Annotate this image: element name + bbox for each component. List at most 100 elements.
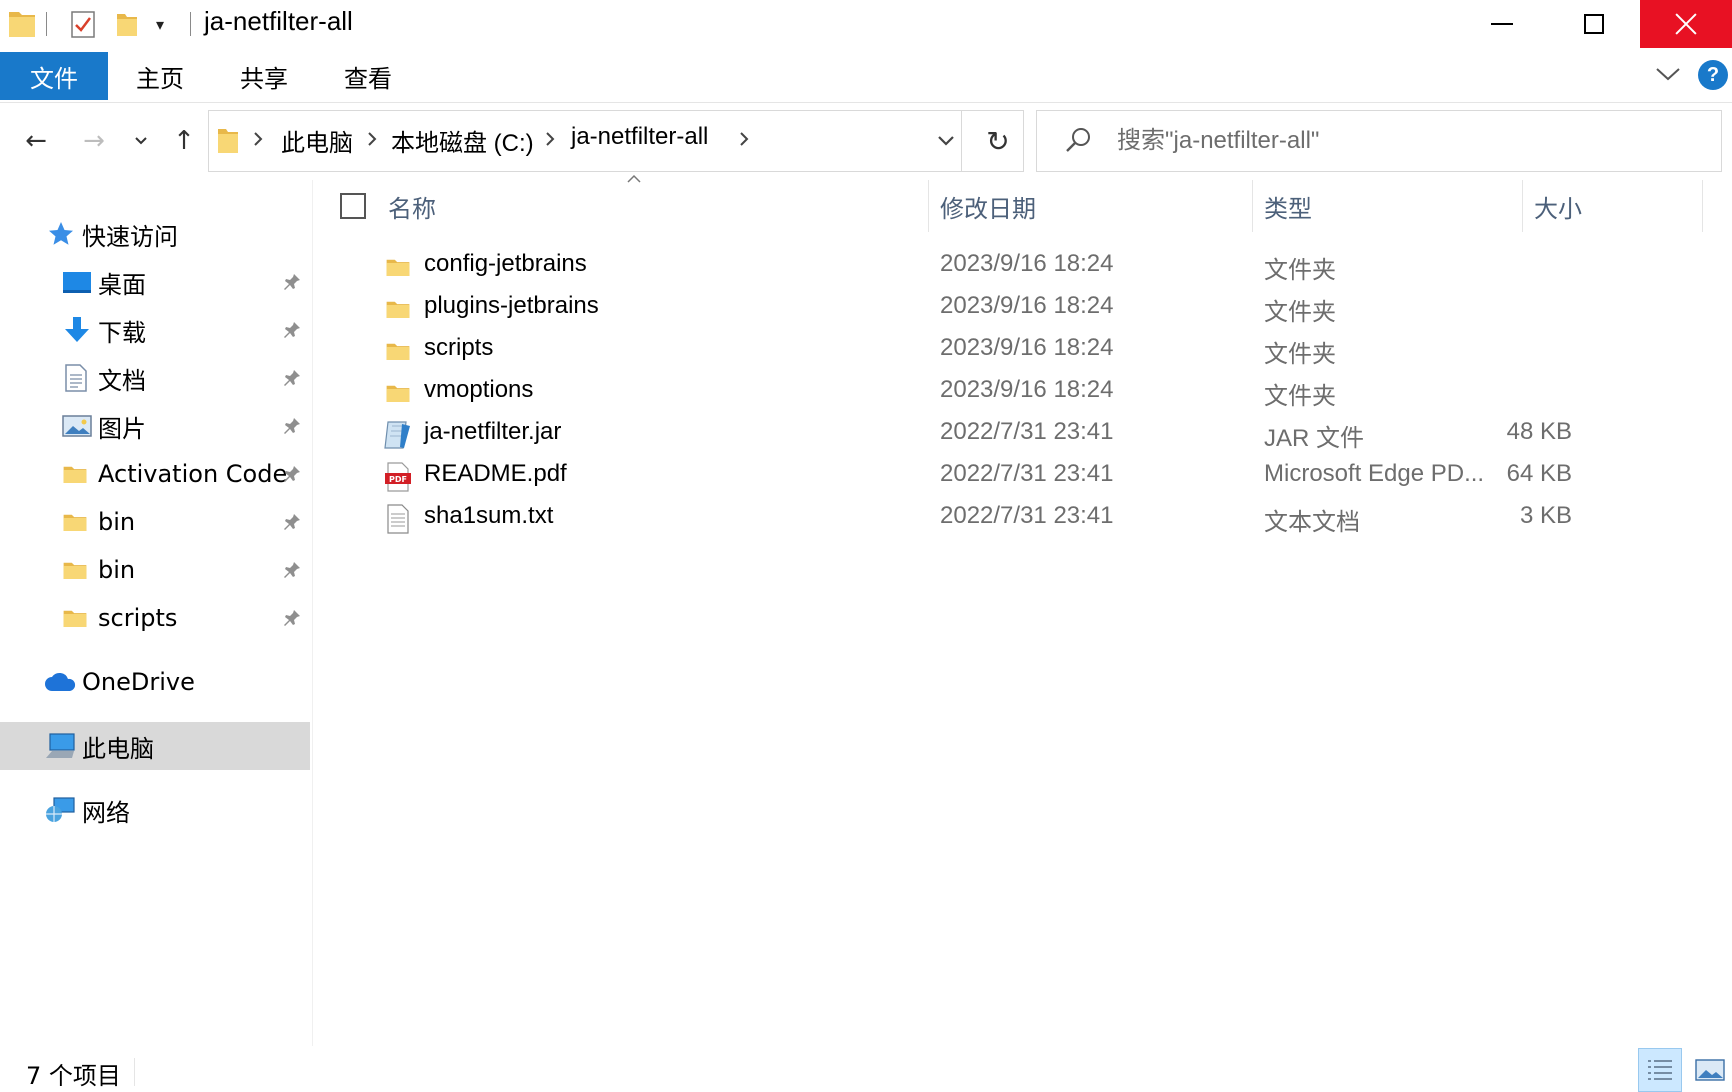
qat-separator (190, 12, 191, 36)
chevron-right-icon[interactable] (545, 131, 555, 147)
column-divider[interactable] (1522, 180, 1523, 232)
refresh-button[interactable]: ↻ (971, 111, 1025, 171)
pin-icon (282, 608, 302, 628)
forward-button[interactable]: → (78, 124, 110, 158)
tab-file[interactable]: 文件 (0, 52, 108, 100)
pin-icon (282, 368, 302, 388)
star-icon (48, 221, 74, 247)
file-row[interactable]: config-jetbrains 2023/9/16 18:24 文件夹 (372, 246, 1692, 288)
pane-divider[interactable] (312, 180, 313, 1046)
up-button[interactable]: ↑ (168, 124, 200, 158)
desktop-icon (62, 270, 92, 294)
maximize-icon (1584, 14, 1604, 34)
title-bar: ▾ ja-netfilter-all (0, 0, 1732, 48)
file-row[interactable]: plugins-jetbrains 2023/9/16 18:24 文件夹 (372, 288, 1692, 330)
new-folder-icon[interactable] (116, 8, 138, 40)
file-row[interactable]: vmoptions 2023/9/16 18:24 文件夹 (372, 372, 1692, 414)
sidebar-item-activation-code[interactable]: Activation Code (0, 450, 310, 498)
help-button[interactable]: ? (1698, 60, 1728, 90)
folder-icon (217, 125, 239, 159)
sidebar-item-bin-2[interactable]: bin (0, 546, 310, 594)
qat-dropdown-icon[interactable]: ▾ (156, 8, 164, 40)
sidebar-item-downloads[interactable]: 下载 (0, 306, 310, 354)
sidebar-item-label: 图片 (98, 414, 146, 443)
file-date: 2022/7/31 23:41 (940, 418, 1114, 445)
breadcrumb-local-disk[interactable]: 本地磁盘 (C:) (391, 123, 534, 158)
file-name: plugins-jetbrains (424, 292, 599, 319)
recent-locations-chevron-down-icon[interactable] (130, 124, 152, 158)
expand-ribbon-chevron-down-icon[interactable] (1654, 64, 1682, 84)
column-header-date[interactable]: 修改日期 (940, 184, 1036, 228)
folder-icon (382, 251, 414, 283)
file-date: 2022/7/31 23:41 (940, 502, 1114, 529)
search-box[interactable] (1036, 110, 1722, 172)
file-name: scripts (424, 334, 494, 361)
file-name: README.pdf (424, 460, 567, 487)
close-icon (1674, 12, 1698, 36)
sidebar-item-documents[interactable]: 文档 (0, 354, 310, 402)
chevron-right-icon[interactable] (367, 131, 377, 147)
breadcrumb-this-pc[interactable]: 此电脑 (281, 123, 353, 158)
file-type: 文件夹 (1264, 341, 1336, 368)
sidebar-item-this-pc[interactable]: 此电脑 (0, 722, 310, 770)
search-icon (1063, 125, 1093, 159)
sidebar-item-pictures[interactable]: 图片 (0, 402, 310, 450)
maximize-button[interactable] (1548, 0, 1640, 48)
folder-icon[interactable] (8, 8, 36, 40)
sidebar-item-onedrive[interactable]: OneDrive (0, 658, 310, 706)
column-divider[interactable] (1702, 180, 1703, 232)
column-header-size[interactable]: 大小 (1534, 184, 1582, 228)
tab-view[interactable]: 查看 (344, 52, 392, 100)
column-header-name[interactable]: 名称 (388, 184, 436, 228)
sidebar-item-quick-access[interactable]: 快速访问 (0, 210, 310, 258)
file-type: JAR 文件 (1264, 425, 1365, 452)
address-bar[interactable]: 此电脑 本地磁盘 (C:) ja-netfilter-all ↻ (208, 110, 1024, 172)
file-row[interactable]: PDF README.pdf 2022/7/31 23:41 Microsoft… (372, 456, 1692, 498)
folder-icon (62, 556, 88, 584)
chevron-right-icon[interactable] (253, 131, 263, 147)
file-type: 文件夹 (1264, 257, 1336, 284)
sidebar-item-network[interactable]: 网络 (0, 786, 310, 834)
details-view-button[interactable] (1638, 1048, 1682, 1092)
minimize-button[interactable] (1456, 0, 1548, 48)
sidebar-item-desktop[interactable]: 桌面 (0, 258, 310, 306)
file-type: Microsoft Edge PD... (1264, 460, 1485, 487)
address-divider (961, 111, 962, 171)
large-icons-view-button[interactable] (1688, 1048, 1732, 1092)
tab-home[interactable]: 主页 (136, 52, 184, 100)
chevron-right-icon[interactable] (739, 131, 749, 147)
file-row[interactable]: ja-netfilter.jar 2022/7/31 23:41 JAR 文件 … (372, 414, 1692, 456)
cloud-icon (44, 671, 76, 693)
sidebar-item-scripts[interactable]: scripts (0, 594, 310, 642)
document-icon (64, 364, 88, 392)
search-input[interactable] (1117, 121, 1697, 161)
column-header-type[interactable]: 类型 (1264, 184, 1312, 228)
tab-share[interactable]: 共享 (240, 52, 288, 100)
file-row[interactable]: sha1sum.txt 2022/7/31 23:41 文本文档 3 KB (372, 498, 1692, 540)
file-date: 2023/9/16 18:24 (940, 376, 1114, 403)
pin-icon (282, 560, 302, 580)
file-size: 3 KB (1519, 502, 1572, 529)
address-history-chevron-down-icon[interactable] (921, 111, 971, 171)
column-divider[interactable] (928, 180, 929, 232)
sidebar-item-label: 网络 (82, 798, 130, 827)
navigation-pane: 快速访问 桌面 下载 文档 图片 Activation Code bin bin… (0, 180, 312, 1046)
folder-icon (382, 335, 414, 367)
sidebar-item-label: 此电脑 (82, 734, 154, 763)
window-title: ja-netfilter-all (204, 6, 353, 36)
select-all-checkbox[interactable] (340, 193, 366, 219)
sidebar-item-label: Activation Code (98, 460, 288, 488)
folder-icon (62, 604, 88, 632)
breadcrumb-current-folder[interactable]: ja-netfilter-all (571, 123, 708, 151)
file-date: 2023/9/16 18:24 (940, 292, 1114, 319)
folder-icon (382, 293, 414, 325)
back-button[interactable]: ← (20, 124, 52, 158)
sidebar-item-bin[interactable]: bin (0, 498, 310, 546)
file-date: 2022/7/31 23:41 (940, 460, 1114, 487)
properties-icon[interactable] (70, 8, 96, 40)
pin-icon (282, 416, 302, 436)
column-divider[interactable] (1252, 180, 1253, 232)
close-button[interactable] (1640, 0, 1732, 48)
file-row[interactable]: scripts 2023/9/16 18:24 文件夹 (372, 330, 1692, 372)
folder-icon (382, 377, 414, 409)
